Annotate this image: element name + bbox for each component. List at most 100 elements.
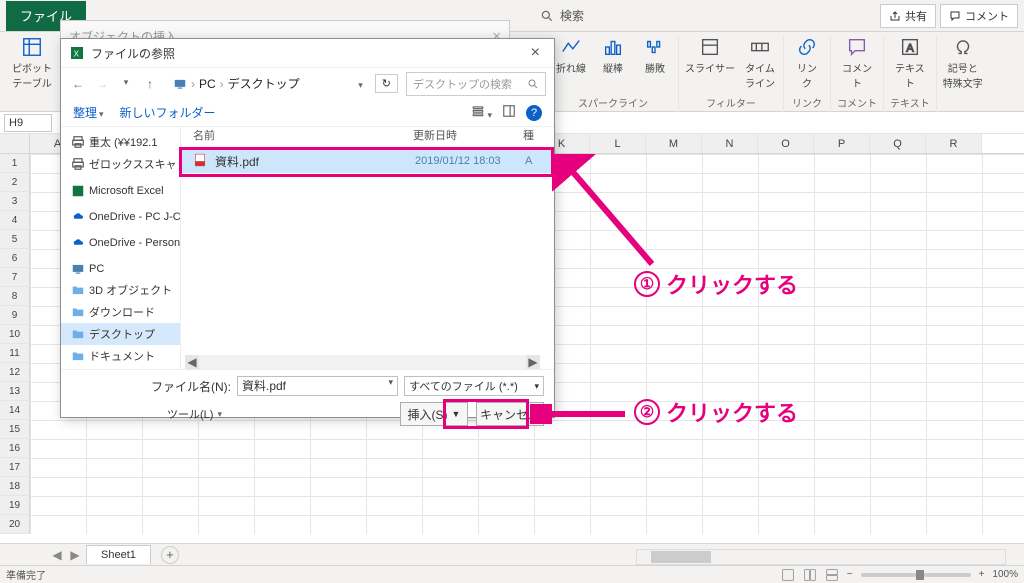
file-row-selected[interactable]: 資料.pdf 2019/01/12 18:03 A [181,149,554,173]
text-group-label: テキスト [890,95,930,112]
row-header[interactable]: 1 [0,154,30,173]
help-button[interactable]: ? [526,105,542,121]
sidebar-item[interactable]: 重太 (¥¥192.1 [61,131,180,153]
nav-history-dropdown[interactable]: ▾ [117,77,135,91]
sidebar-item[interactable]: OneDrive - PC J-C [61,207,180,227]
ribbon-comment-button[interactable]: コメン ト [840,36,874,90]
row-header[interactable]: 19 [0,496,30,515]
sheet-tab-sheet1[interactable]: Sheet1 [86,545,151,564]
row-header[interactable]: 11 [0,344,30,363]
filter-group-label: フィルター [706,95,756,112]
sidebar-item[interactable]: ピクチャ [61,367,180,369]
sidebar-item[interactable]: Microsoft Excel [61,181,180,201]
folder-icon [71,349,85,363]
row-header[interactable]: 18 [0,477,30,496]
nav-forward-button[interactable]: → [93,77,111,91]
row-header[interactable]: 10 [0,325,30,344]
row-header[interactable]: 5 [0,230,30,249]
sheet-add-button[interactable]: + [161,546,179,564]
view-layout-icon[interactable] [803,568,817,582]
file-browser-close-button[interactable]: × [525,44,546,62]
slicer-button[interactable]: スライサー [685,36,735,75]
horizontal-scrollbar[interactable] [636,549,1006,565]
breadcrumb-desktop[interactable]: デスクトップ [228,75,300,92]
sparkline-wl-label: 勝敗 [645,60,665,75]
row-header[interactable]: 6 [0,249,30,268]
file-list-hscroll[interactable]: ◀▶ [185,355,540,369]
column-header[interactable]: P [814,134,870,153]
text-button[interactable]: Aテキス ト [893,36,927,90]
zoom-level: 100% [992,569,1018,580]
row-header[interactable]: 16 [0,439,30,458]
sidebar-item[interactable]: ダウンロード [61,301,180,323]
view-options-button[interactable] [471,104,492,121]
row-header[interactable]: 4 [0,211,30,230]
column-header[interactable]: Q [870,134,926,153]
view-normal-icon[interactable] [781,568,795,582]
sheet-nav-prev[interactable]: ◀ [50,548,64,562]
status-bar: 準備完了 − + 100% [0,565,1024,583]
search-area[interactable]: 検索 [540,7,584,24]
row-header[interactable]: 7 [0,268,30,287]
new-folder-button[interactable]: 新しいフォルダー [120,104,216,121]
sidebar-item-label: OneDrive - Person [89,237,180,249]
view-pagebreak-icon[interactable] [825,568,839,582]
col-header-name[interactable]: 名前 [193,127,413,148]
row-header[interactable]: 9 [0,306,30,325]
sidebar-item-label: ドキュメント [89,348,155,364]
file-search-input[interactable]: デスクトップの検索 [406,72,546,96]
sidebar-item[interactable]: 3D オブジェクト [61,279,180,301]
sidebar-item[interactable]: OneDrive - Person [61,233,180,253]
insert-button[interactable]: 挿入(S)▼ [400,402,468,426]
row-header[interactable]: 12 [0,363,30,382]
preview-pane-button[interactable] [502,104,516,121]
winloss-icon [644,36,666,58]
share-button[interactable]: 共有 [880,4,936,28]
col-header-type[interactable]: 種 [523,127,554,148]
sparkline-column-button[interactable]: 縦棒 [596,36,630,75]
sparkline-line-button[interactable]: 折れ線 [554,36,588,75]
row-header[interactable]: 2 [0,173,30,192]
comment-button[interactable]: コメント [940,4,1018,28]
row-header[interactable]: 8 [0,287,30,306]
column-header[interactable]: O [758,134,814,153]
column-header[interactable]: M [646,134,702,153]
sheet-nav-next[interactable]: ▶ [68,548,82,562]
timeline-button[interactable]: タイム ライン [743,36,777,90]
nav-back-button[interactable]: ← [69,77,87,91]
filetype-select[interactable]: すべてのファイル (*.*)▾ [404,376,544,396]
breadcrumb-pc[interactable]: PC [199,77,216,91]
cancel-button[interactable]: キャンセル [476,402,544,426]
filename-input[interactable]: 資料.pdf▾ [237,376,398,396]
row-header[interactable]: 17 [0,458,30,477]
row-header[interactable]: 15 [0,420,30,439]
breadcrumb[interactable]: › PC › デスクトップ [173,75,367,92]
row-header[interactable]: 13 [0,382,30,401]
col-header-date[interactable]: 更新日時 [413,127,523,148]
column-header[interactable]: L [590,134,646,153]
symbol-button[interactable]: 記号と 特殊文字 [943,36,983,90]
sidebar-item[interactable]: ドキュメント [61,345,180,367]
refresh-button[interactable]: ↻ [375,74,398,93]
name-box[interactable]: H9 [4,114,52,132]
link-button[interactable]: リン ク [790,36,824,90]
breadcrumb-dropdown[interactable] [356,77,363,91]
zoom-in[interactable]: + [979,569,985,580]
nav-up-button[interactable]: ↑ [141,77,159,91]
sidebar-item[interactable]: ゼロックススキャ [61,153,180,175]
row-header[interactable]: 3 [0,192,30,211]
row-header[interactable]: 14 [0,401,30,420]
printer-icon [71,157,85,171]
column-header[interactable]: R [926,134,982,153]
organize-menu[interactable]: 整理 [73,104,104,121]
pivot-table-button[interactable]: ピボット テーブル [12,36,52,90]
sparkline-winloss-button[interactable]: 勝敗 [638,36,672,75]
tools-menu[interactable]: ツール(L) [167,406,222,422]
sidebar-item[interactable]: PC [61,259,180,279]
row-header[interactable]: 20 [0,515,30,534]
sidebar-item[interactable]: デスクトップ [61,323,180,345]
file-list[interactable]: 名前 更新日時 種 資料.pdf 2019/01/12 18:03 A ◀▶ [181,127,554,369]
column-header[interactable]: N [702,134,758,153]
zoom-out[interactable]: − [847,569,853,580]
zoom-slider[interactable] [861,573,971,577]
